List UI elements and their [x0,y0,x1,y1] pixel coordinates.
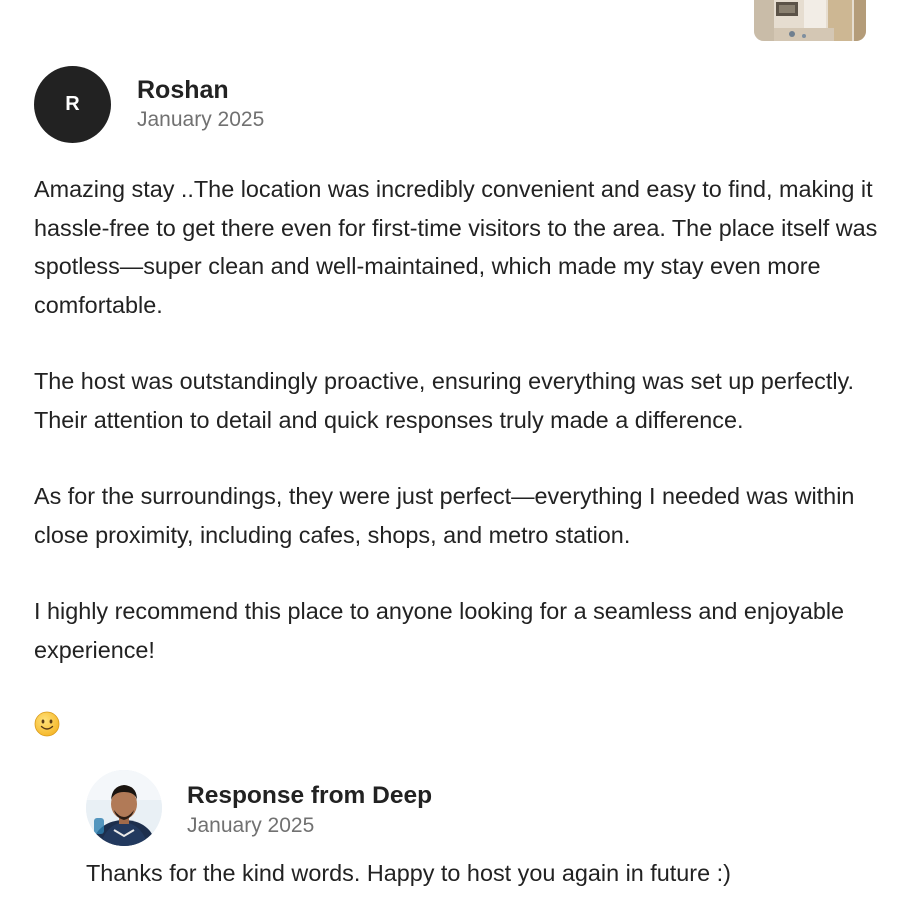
reviewer-avatar[interactable]: R [34,66,111,143]
review-paragraph: As for the surroundings, they were just … [34,483,855,548]
host-response-text: Thanks for the kind words. Happy to host… [86,860,731,886]
host-response-date: January 2025 [187,814,315,837]
review-date: January 2025 [137,108,265,131]
review-paragraph: The host was outstandingly proactive, en… [34,368,854,433]
review-text: Amazing stay ..The location was incredib… [34,170,884,669]
review-paragraph: I highly recommend this place to anyone … [34,598,845,663]
host-response-title: Response from Deep [187,782,433,809]
review-paragraph: Amazing stay ..The location was incredib… [34,176,878,318]
host-avatar[interactable] [86,770,162,846]
reviewer-name: Roshan [137,76,229,104]
listing-photo-thumbnail[interactable] [754,0,866,41]
avatar-initial: R [65,93,80,115]
slightly-smiling-face-icon [34,711,60,737]
